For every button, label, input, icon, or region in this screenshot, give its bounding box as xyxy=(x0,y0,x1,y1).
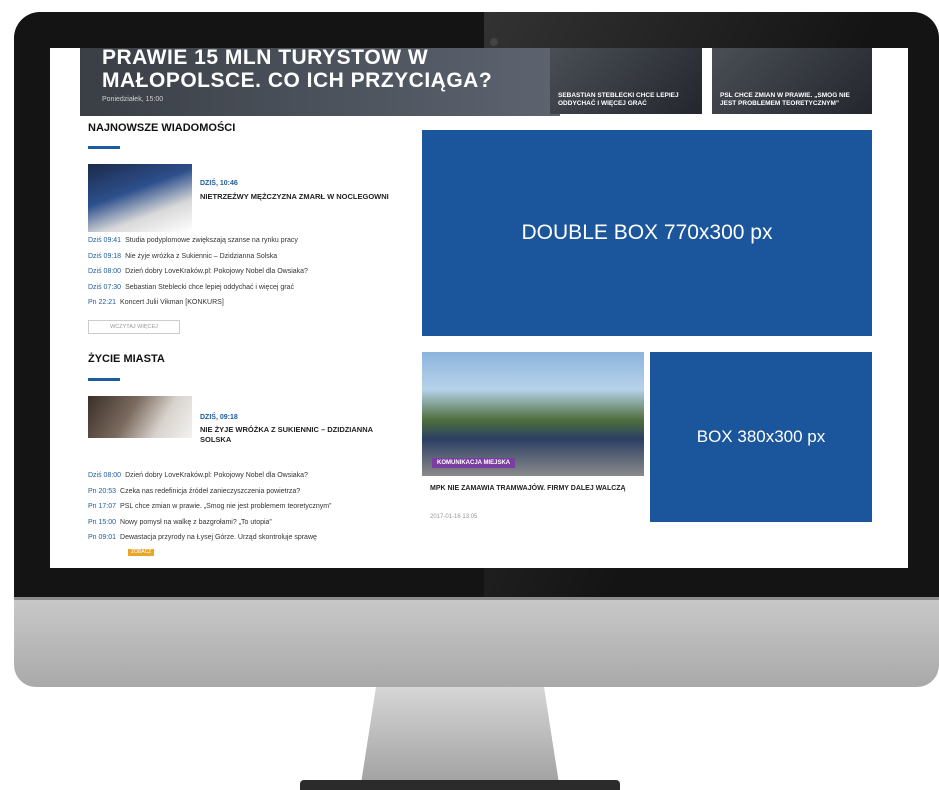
item-time: Dziś 07:30 xyxy=(88,283,122,291)
list-item[interactable]: Dziś 08:00 Dzień dobry LoveKraków.pl: Pok… xyxy=(88,468,408,484)
section-heading-latest: NAJNOWSZE WIADOMOŚCI xyxy=(88,122,236,134)
list-item[interactable]: Pn 17:07 PSL chce zmian w prawie. „Smog n… xyxy=(88,499,408,515)
section-heading-city: ŻYCIE MIASTA xyxy=(88,353,165,365)
city-news-list: Dziś 08:00 Dzień dobry LoveKraków.pl: Pok… xyxy=(88,468,408,546)
tile-title[interactable]: SEBASTIAN STEBLECKI CHCE LEPIEJ ODDYCHAĆ… xyxy=(558,92,696,108)
item-text[interactable]: Nie żyje wróżka z Sukiennic – Dzidzianna… xyxy=(125,253,277,260)
list-item[interactable]: Dziś 09:41 Studia podyplomowe zwiększają … xyxy=(88,233,408,249)
featured-thumbnail[interactable] xyxy=(88,396,192,438)
item-time: Pn 22:21 xyxy=(88,299,117,306)
screen: PRAWIE 15 MLN TURYSTÓW W MAŁOPOLSCE. CO … xyxy=(50,48,908,568)
item-time: Dziś 08:00 xyxy=(88,268,122,275)
hero-article[interactable]: PRAWIE 15 MLN TURYSTÓW W MAŁOPOLSCE. CO … xyxy=(80,48,560,116)
top-tile-article[interactable]: PSL CHCE ZMIAN W PRAWIE. „SMOG NIE JEST … xyxy=(712,48,872,114)
item-text[interactable]: PSL chce zmian w prawie. „Smog nie jest … xyxy=(120,503,331,510)
item-time: Pn 09:01 xyxy=(88,534,117,541)
featured-time: DZIŚ, 10:46 xyxy=(200,180,238,187)
item-time: Dziś 08:00 xyxy=(88,472,122,479)
featured-title[interactable]: NIE ŻYJE WRÓŻKA Z SUKIENNIC – DZIDZIANNA… xyxy=(200,425,405,445)
category-badge[interactable]: KOMUNIKACJA MIEJSKA xyxy=(432,458,516,468)
monitor-chin xyxy=(14,597,939,687)
latest-news-list: Dziś 09:41 Studia podyplomowe zwiększają … xyxy=(88,233,408,311)
featured-thumbnail[interactable] xyxy=(88,164,192,232)
item-time: Dziś 09:18 xyxy=(88,252,122,260)
item-text[interactable]: Koncert Julii Vikman [KONKURS] xyxy=(120,299,224,306)
item-text[interactable]: Nowy pomysł na walkę z bazgrołami? „To u… xyxy=(120,519,272,526)
load-more-button[interactable]: WCZYTAJ WIĘCEJ xyxy=(88,320,180,334)
item-time: Pn 15:00 xyxy=(88,518,117,526)
status-badge: ZOBACZ xyxy=(128,549,155,557)
badge-row: ZOBACZ xyxy=(88,544,155,562)
top-tile-article[interactable]: SEBASTIAN STEBLECKI CHCE LEPIEJ ODDYCHAĆ… xyxy=(550,48,702,114)
hero-title[interactable]: PRAWIE 15 MLN TURYSTÓW W MAŁOPOLSCE. CO … xyxy=(102,48,542,92)
monitor-stand-base xyxy=(300,780,620,790)
monitor-stand xyxy=(360,687,560,790)
item-text[interactable]: Dzień dobry LoveKraków.pl: Pokojowy Nobe… xyxy=(125,472,308,479)
item-time: Dziś 09:41 xyxy=(88,237,122,244)
featured-time: DZIŚ, 09:18 xyxy=(200,414,238,421)
item-text[interactable]: Studia podyplomowe zwiększają szanse na … xyxy=(125,237,298,244)
tile-title[interactable]: PSL CHCE ZMIAN W PRAWIE. „SMOG NIE JEST … xyxy=(720,92,866,108)
list-item[interactable]: Dziś 07:30 Sebastian Steblecki chce lepie… xyxy=(88,280,408,296)
article-date: 2017-01-16 13:05 xyxy=(430,514,478,520)
item-time: Pn 20:53 xyxy=(88,487,117,495)
list-item[interactable]: Pn 20:53 Czeka nas redefinicja źródeł zan… xyxy=(88,484,408,500)
section-underline xyxy=(88,146,120,149)
list-item[interactable]: Dziś 08:00 Dzień dobry LoveKraków.pl: Pok… xyxy=(88,264,408,280)
list-item[interactable]: Pn 22:21 Koncert Julii Vikman [KONKURS] xyxy=(88,295,408,311)
monitor-divider xyxy=(14,597,939,600)
article-title[interactable]: MPK NIE ZAMAWIA TRAMWAJÓW. FIRMY DALEJ W… xyxy=(430,484,640,494)
list-item[interactable]: Pn 15:00 Nowy pomysł na walkę z bazgrołam… xyxy=(88,515,408,531)
item-text[interactable]: Dzień dobry LoveKraków.pl: Pokojowy Nobe… xyxy=(125,268,308,275)
featured-title[interactable]: NIETRZEŹWY MĘŻCZYZNA ZMARŁ W NOCLEGOWNI xyxy=(200,192,405,202)
item-text[interactable]: Czeka nas redefinicja źródeł zanieczyszc… xyxy=(120,488,300,495)
camera-icon xyxy=(490,38,498,46)
ad-double-box[interactable]: DOUBLE BOX 770x300 px xyxy=(422,130,872,336)
section-underline xyxy=(88,378,120,381)
item-text[interactable]: Sebastian Steblecki chce lepiej oddychać… xyxy=(125,284,294,291)
list-item[interactable]: Dziś 09:18 Nie żyje wróżka z Sukiennic – … xyxy=(88,249,408,265)
item-text[interactable]: Dewastacja przyrody na Łysej Górze. Urzą… xyxy=(120,534,317,541)
article-photo[interactable]: KOMUNIKACJA MIEJSKA xyxy=(422,352,644,476)
ad-box[interactable]: BOX 380x300 px xyxy=(650,352,872,522)
item-time: Pn 17:07 xyxy=(88,503,117,510)
hero-date: Poniedziałek, 15:00 xyxy=(102,96,164,103)
